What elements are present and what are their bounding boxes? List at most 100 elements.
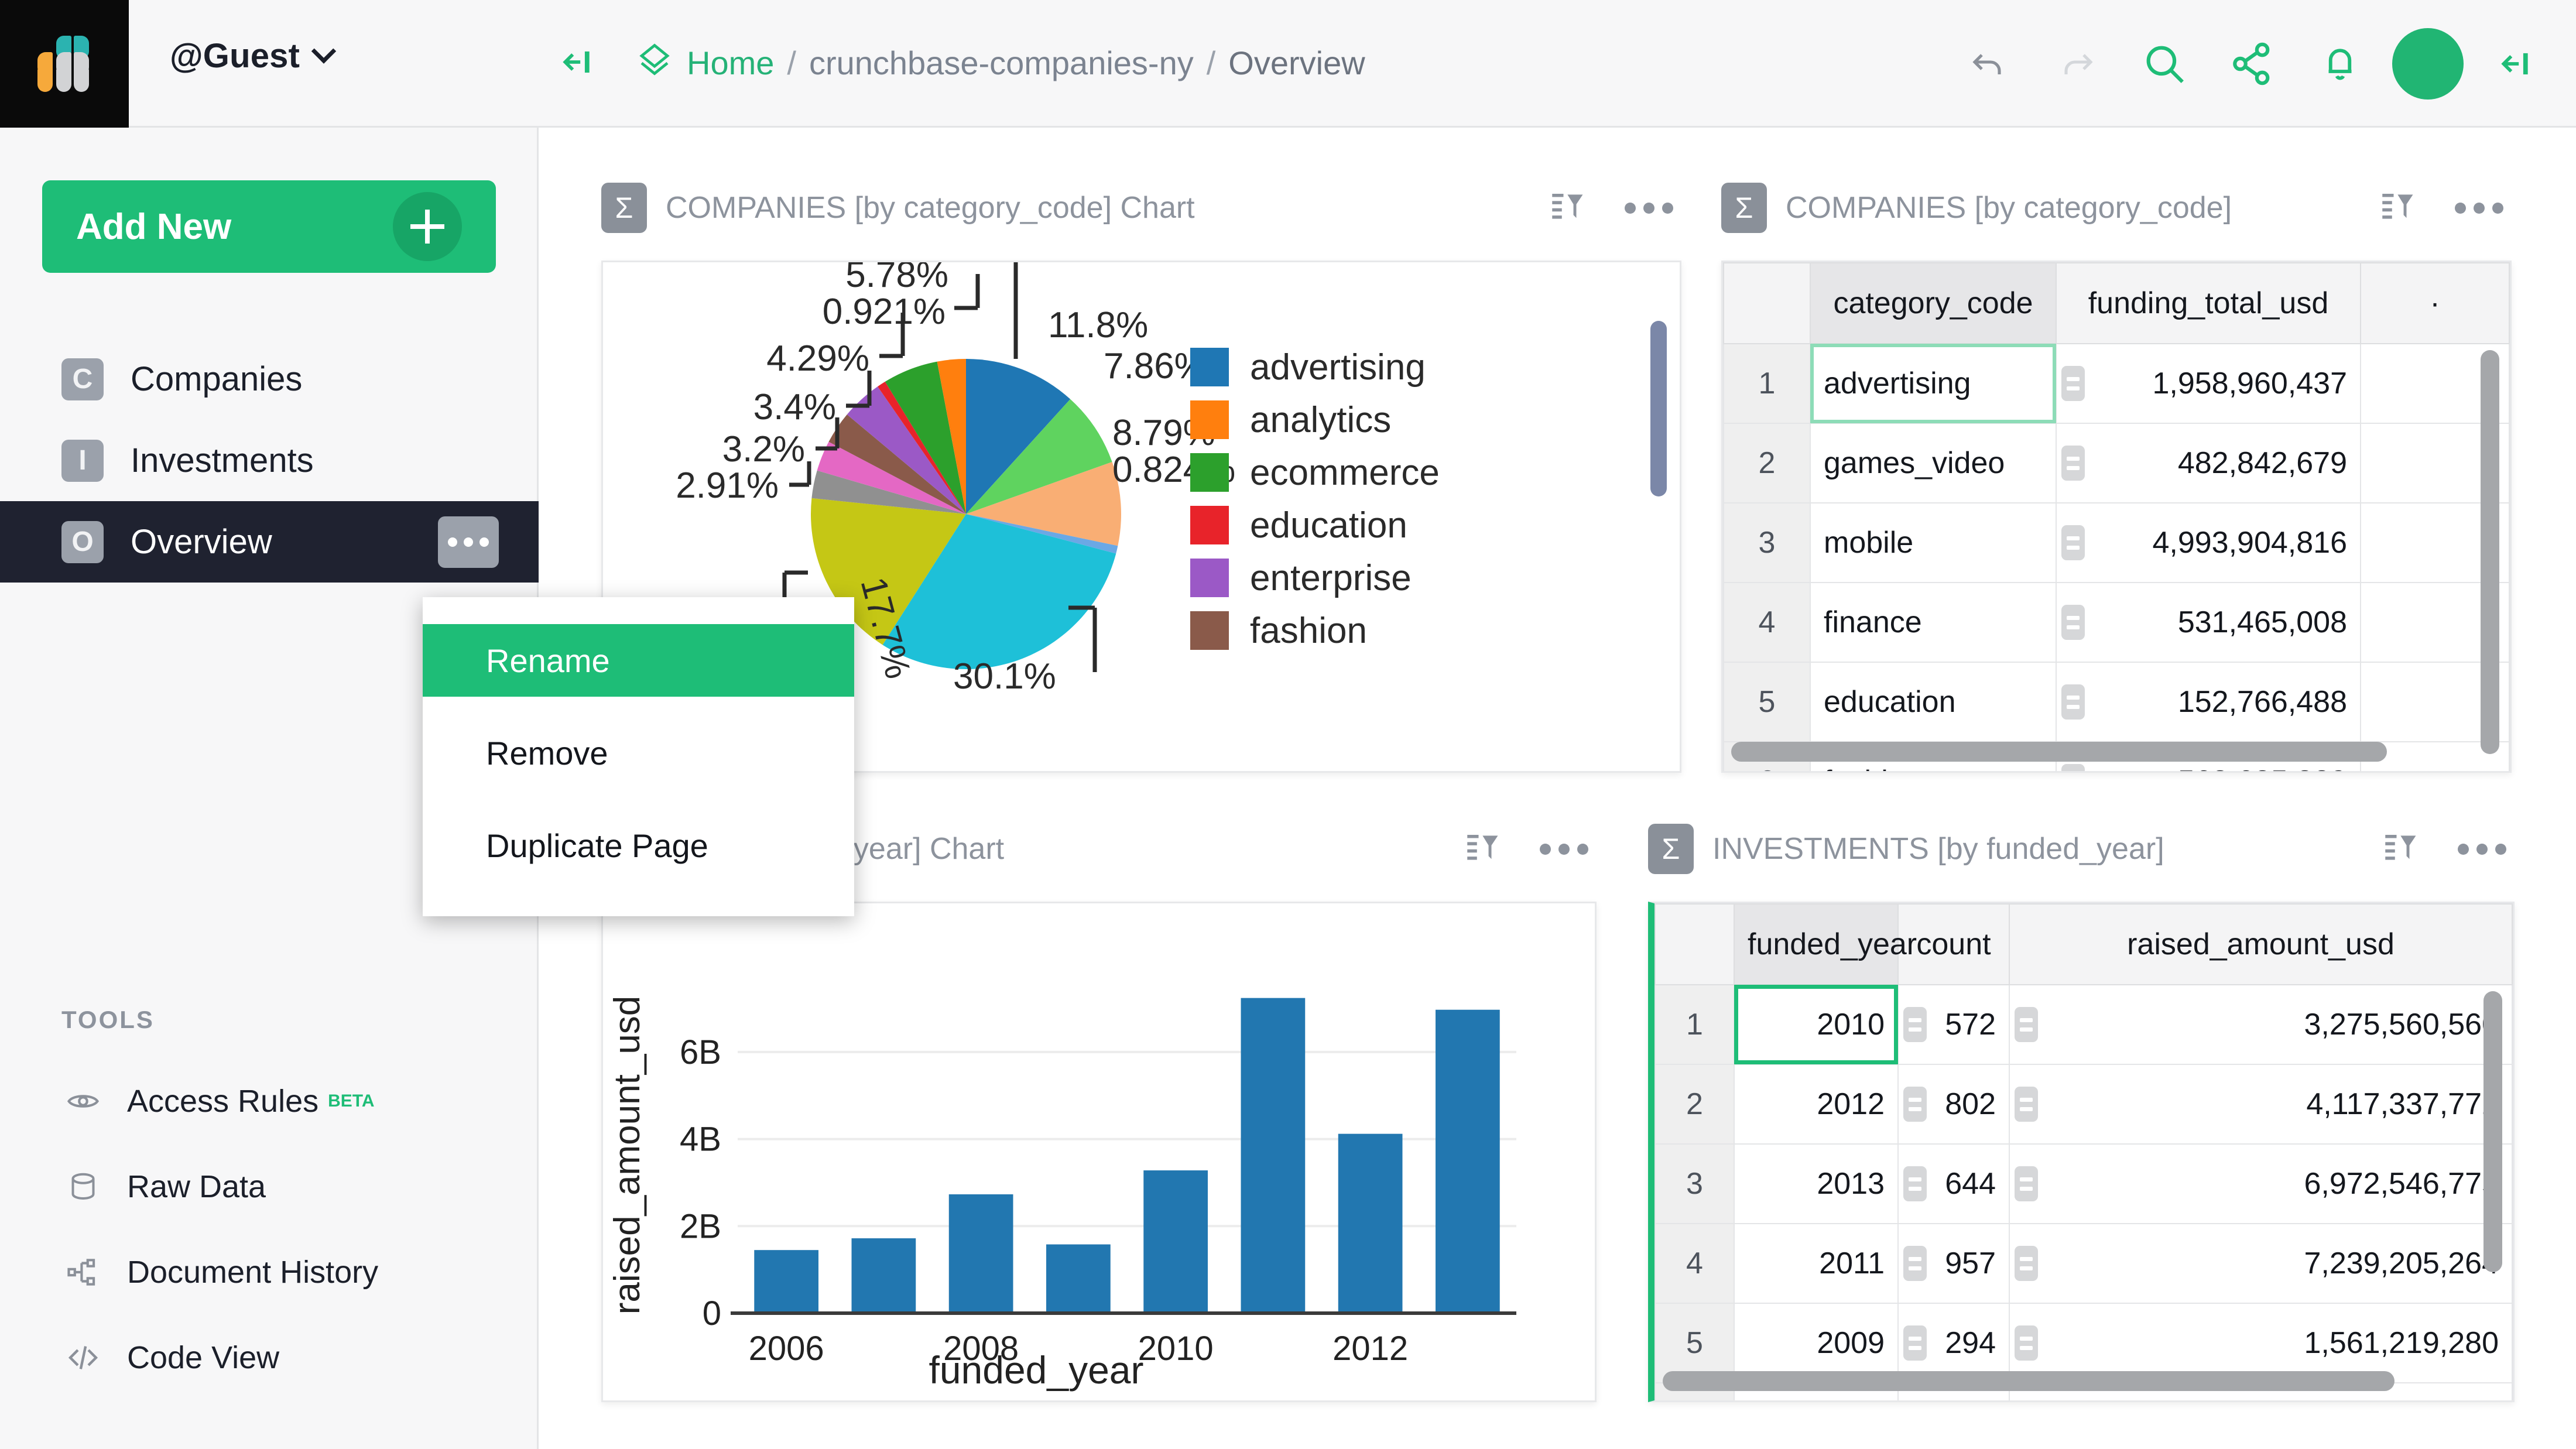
drag-handle-icon[interactable] [2061,366,2085,401]
cell-funded-year[interactable]: 2011 [1734,1224,1898,1303]
filter-icon[interactable] [1462,828,1501,870]
drag-handle-icon[interactable] [2061,446,2085,481]
tool-access-rules[interactable]: Access Rules BETA [0,1059,539,1144]
cell-raised-amount-usd[interactable]: 3,275,560,560 [2009,985,2512,1064]
page-context-menu[interactable]: Rename Remove Duplicate Page [423,597,854,916]
vertical-scrollbar[interactable] [2483,991,2502,1272]
drag-handle-icon[interactable] [2061,684,2085,720]
cell-raised-amount-usd[interactable]: 4,117,337,772 [2009,1064,2512,1144]
redo-button[interactable] [2033,0,2121,128]
bar-x-axis-label: funded_year [929,1348,1144,1392]
cell-funded-year[interactable]: 2010 [1734,985,1898,1064]
cell-funding-total-usd[interactable]: 531,465,008 [2056,583,2361,662]
tool-code-view[interactable]: Code View [0,1315,539,1400]
cell-count[interactable]: 572 [1898,985,2009,1064]
col-raised-amount-usd[interactable]: raised_amount_usd [2009,904,2512,985]
pie-legend: advertising analytics ecommerce educatio… [1190,347,1440,651]
horizontal-scrollbar[interactable] [1731,742,2387,762]
sidebar-item-overview[interactable]: O Overview [0,501,539,583]
cell-category-code[interactable]: advertising [1810,344,2056,423]
drag-handle-icon[interactable] [2015,1325,2038,1361]
drag-handle-icon[interactable] [1903,1007,1927,1042]
avatar[interactable] [2384,0,2472,128]
widget-menu-button[interactable] [2455,203,2503,214]
cell-raised-amount-usd[interactable]: 7,239,205,264 [2009,1224,2512,1303]
pie-label-30-1: 30.1% [953,656,1056,697]
cell-funding-total-usd[interactable]: 482,842,679 [2056,423,2361,503]
context-menu-item-duplicate-page[interactable]: Duplicate Page [423,809,854,882]
col-funded-year[interactable]: funded_year [1734,904,1898,985]
drag-handle-icon[interactable] [1903,1246,1927,1281]
cell-funded-year[interactable]: 2013 [1734,1144,1898,1224]
cell-funding-total-usd[interactable]: 4,993,904,816 [2056,503,2361,583]
col-funding-total-usd[interactable]: funding_total_usd [2056,263,2361,344]
sidebar-item-investments[interactable]: I Investments [0,420,539,501]
context-menu-item-rename[interactable]: Rename [423,624,854,697]
search-button[interactable] [2121,0,2208,128]
user-menu[interactable]: @Guest [170,36,333,76]
bar-2011[interactable] [1241,998,1306,1313]
breadcrumb-home[interactable]: Home [687,44,774,82]
drag-handle-icon[interactable] [1903,1087,1927,1122]
bar-2009[interactable] [1046,1245,1111,1313]
pie-label-3-2: 3.2% [722,429,805,470]
col-extra[interactable]: · [2361,263,2509,344]
companies-grid[interactable]: category_code funding_total_usd · 1 adve… [1721,261,2512,773]
breadcrumb-document[interactable]: crunchbase-companies-ny [809,44,1194,82]
app-logo[interactable] [0,0,129,128]
cell-count[interactable]: 957 [1898,1224,2009,1303]
widget-menu-button[interactable] [2458,844,2506,855]
filter-icon[interactable] [1547,187,1586,229]
widget-menu-button[interactable] [1625,203,1673,214]
cell-count[interactable]: 802 [1898,1064,2009,1144]
filter-icon[interactable] [2380,828,2419,870]
horizontal-scrollbar[interactable] [1663,1371,2395,1391]
drag-handle-icon[interactable] [2015,1087,2038,1122]
collapse-right-panel-button[interactable] [2472,0,2560,128]
cell-funding-total-usd[interactable]: 152,766,488 [2056,662,2361,742]
cell-category-code[interactable]: mobile [1810,503,2056,583]
context-menu-item-remove[interactable]: Remove [423,717,854,789]
cell-category-code[interactable]: games_video [1810,423,2056,503]
drag-handle-icon[interactable] [2061,605,2085,640]
filter-icon[interactable] [2378,187,2416,229]
drag-handle-icon[interactable] [2061,525,2085,560]
drag-handle-icon[interactable] [1903,1325,1927,1361]
vertical-scrollbar[interactable] [2481,350,2499,754]
undo-button[interactable] [1945,0,2033,128]
tool-document-history[interactable]: Document History [0,1229,539,1315]
cell-category-code[interactable]: finance [1810,583,2056,662]
cell-count[interactable]: 644 [1898,1144,2009,1224]
widget-companies-table[interactable]: Σ COMPANIES [by category_code] cat [1721,176,2512,773]
legend-scrollbar[interactable] [1650,321,1667,496]
sidebar-item-companies[interactable]: C Companies [0,338,539,420]
bar-2006[interactable] [754,1250,818,1313]
bar-2010[interactable] [1143,1170,1208,1313]
drag-handle-icon[interactable] [2015,1166,2038,1201]
notifications-button[interactable] [2296,0,2384,128]
cell-funded-year[interactable]: 2012 [1734,1064,1898,1144]
cell-funding-total-usd[interactable]: 1,958,960,437 [2056,344,2361,423]
drag-handle-icon[interactable] [2015,1007,2038,1042]
page-list: C Companies I Investments O Overview [0,338,539,583]
drag-handle-icon[interactable] [2015,1246,2038,1281]
investments-grid[interactable]: funded_year count raised_amount_usd 1 20… [1648,902,2515,1402]
cell-raised-amount-usd[interactable]: 6,972,546,775 [2009,1144,2512,1224]
bar-2008[interactable] [949,1194,1013,1313]
widget-menu-button[interactable] [1540,844,1588,855]
breadcrumb: Home / crunchbase-companies-ny / Overvie… [635,42,1365,84]
page-options-button[interactable] [438,516,499,568]
drag-handle-icon[interactable] [2061,764,2085,773]
drag-handle-icon[interactable] [1903,1166,1927,1201]
sidebar-item-label: Investments [131,441,314,480]
share-button[interactable] [2208,0,2296,128]
bar-2013[interactable] [1436,1010,1500,1313]
collapse-left-panel-button[interactable] [559,44,595,83]
widget-investments-table[interactable]: Σ INVESTMENTS [by funded_year] fun [1648,817,2515,1402]
tool-raw-data[interactable]: Raw Data [0,1144,539,1229]
col-category-code[interactable]: category_code [1810,263,2056,344]
bar-2007[interactable] [852,1238,916,1313]
cell-category-code[interactable]: education [1810,662,2056,742]
add-new-button[interactable]: Add New [42,180,496,273]
bar-2012[interactable] [1338,1134,1403,1313]
